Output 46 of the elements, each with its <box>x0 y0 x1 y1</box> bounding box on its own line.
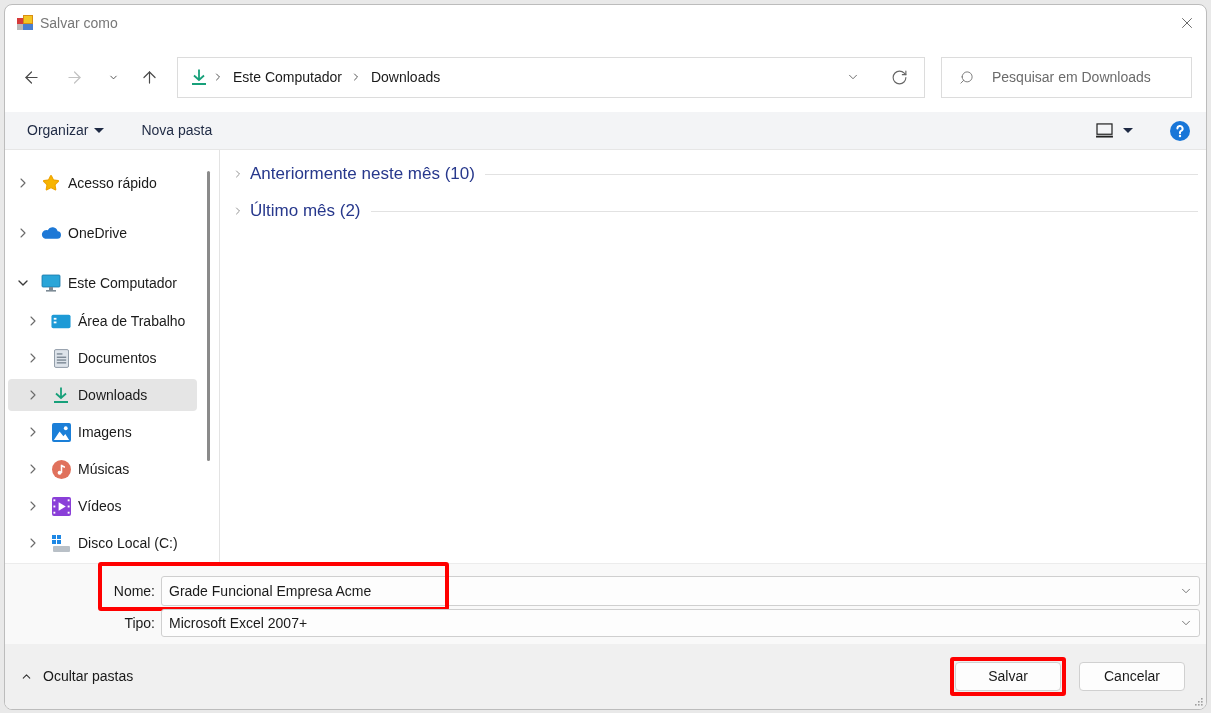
star-icon <box>42 174 60 192</box>
resize-grip-icon <box>1193 696 1203 706</box>
address-bar[interactable]: Este Computador Downloads <box>177 56 925 98</box>
tree-item[interactable]: Disco Local (C:) <box>8 527 197 559</box>
tree-item[interactable]: Imagens <box>8 416 197 448</box>
monitor-icon <box>41 273 61 293</box>
toolbar-button[interactable]: Nova pasta <box>141 115 213 146</box>
download-icon <box>52 386 70 404</box>
window-title: Salvar como <box>40 13 118 33</box>
combo-box[interactable]: Grade Funcional Empresa Acme <box>161 576 1200 606</box>
field-label: Nome: <box>113 581 155 601</box>
search-icon <box>959 69 974 85</box>
tree-item[interactable]: Vídeos <box>8 490 197 522</box>
tree-item[interactable]: Área de Trabalho <box>8 305 197 337</box>
search-field[interactable]: Pesquisar em Downloads <box>941 56 1192 98</box>
tree-item[interactable]: Acesso rápido <box>8 165 197 201</box>
window-icon <box>1096 123 1113 138</box>
dialog-button[interactable]: Cancelar <box>1079 662 1185 691</box>
music-icon <box>51 459 71 479</box>
hide-folders-toggle[interactable]: Ocultar pastas <box>20 666 134 687</box>
breadcrumb-item[interactable]: Downloads <box>370 66 441 88</box>
group-header[interactable]: Último mês (2) <box>232 198 361 224</box>
dialog-button[interactable]: Salvar <box>955 662 1061 691</box>
scrollbar-thumb[interactable] <box>207 171 210 461</box>
tree-item[interactable]: Documentos <box>8 342 197 374</box>
combo-box[interactable]: Microsoft Excel 2007+ <box>161 609 1200 637</box>
download-icon <box>190 68 208 86</box>
cloud-icon <box>41 227 61 239</box>
breadcrumb-item[interactable]: Este Computador <box>233 66 342 88</box>
image-icon <box>51 422 71 442</box>
menu-button[interactable]: Organizar <box>27 115 105 146</box>
caret-down-icon <box>1123 128 1133 133</box>
tree-item[interactable]: Este Computador <box>8 265 197 301</box>
refresh-icon[interactable] <box>891 68 908 86</box>
tree-item[interactable]: Músicas <box>8 453 197 485</box>
app-icon <box>17 15 33 31</box>
group-header[interactable]: Anteriormente neste mês (10) <box>232 161 475 187</box>
caret-down-icon <box>94 128 105 133</box>
video-icon <box>51 496 71 516</box>
desktop-icon <box>51 313 71 329</box>
tree-item[interactable]: Downloads <box>8 379 197 411</box>
drive-icon <box>52 534 70 552</box>
document-icon <box>53 348 69 368</box>
tree-item[interactable]: OneDrive <box>8 215 197 251</box>
help-icon[interactable] <box>1170 120 1190 141</box>
field-label: Tipo: <box>124 613 155 633</box>
